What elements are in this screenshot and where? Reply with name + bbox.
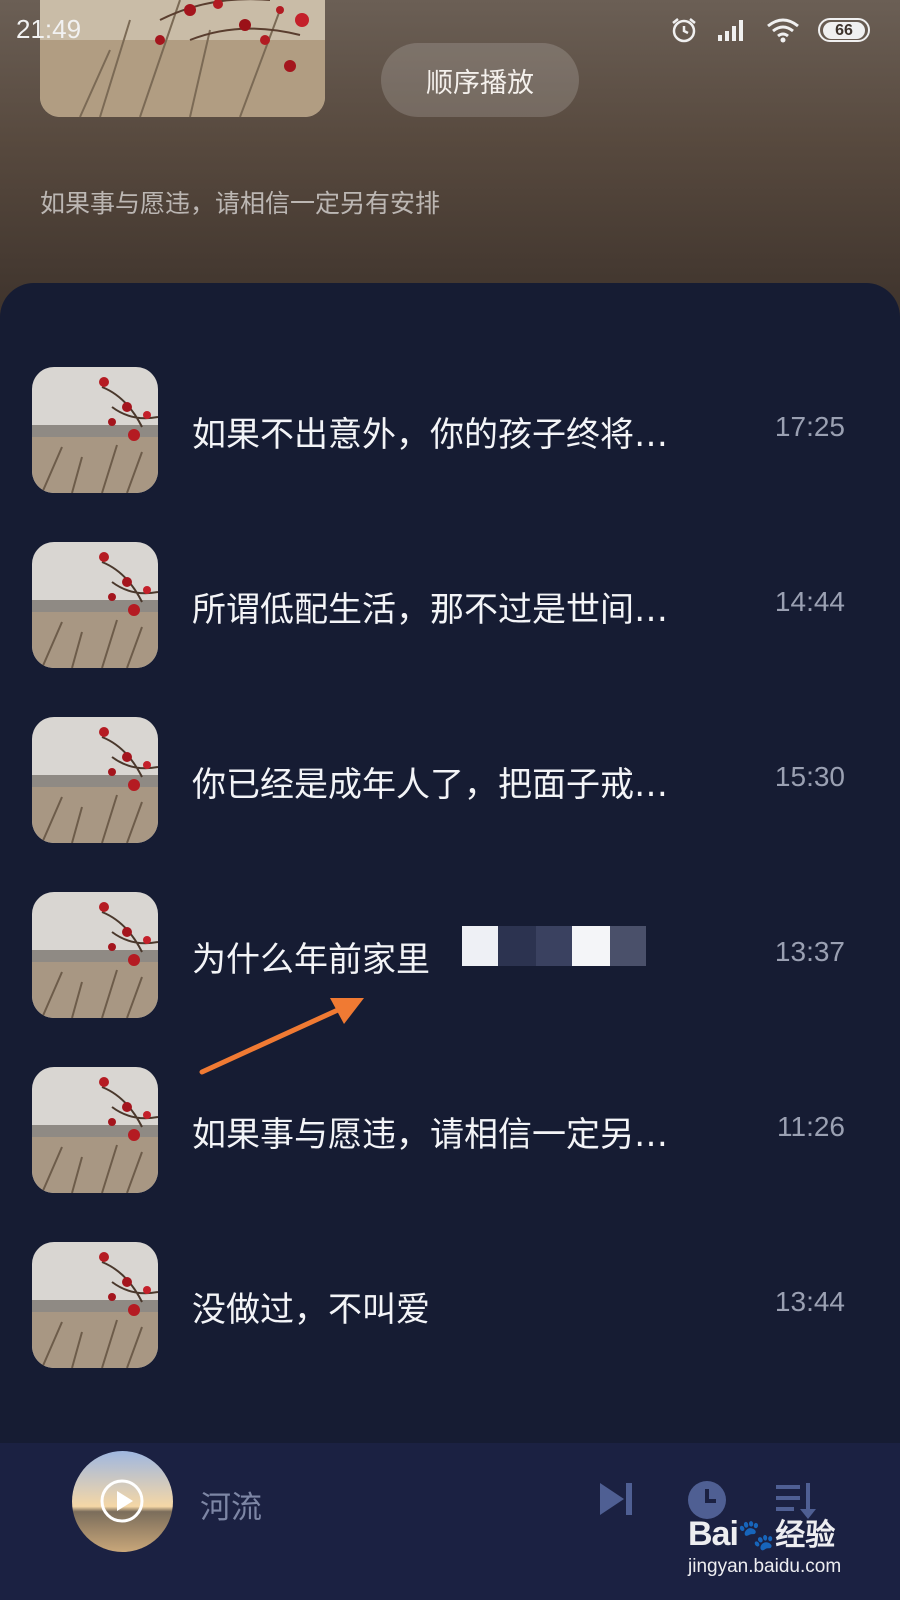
now-playing-cover[interactable]: [72, 1451, 173, 1552]
skip-next-icon[interactable]: [596, 1479, 636, 1523]
watermark-logo: Bai: [688, 1515, 739, 1553]
watermark-url: jingyan.baidu.com: [688, 1556, 842, 1577]
watermark-text: 经验: [775, 1518, 836, 1553]
now-playing-title: 河流: [200, 1490, 262, 1526]
paw-icon: 🐾: [737, 1518, 776, 1553]
baidu-watermark: Bai🐾经验 jingyan.baidu.com: [688, 1510, 841, 1578]
annotation-arrow: [199, 998, 364, 1075]
